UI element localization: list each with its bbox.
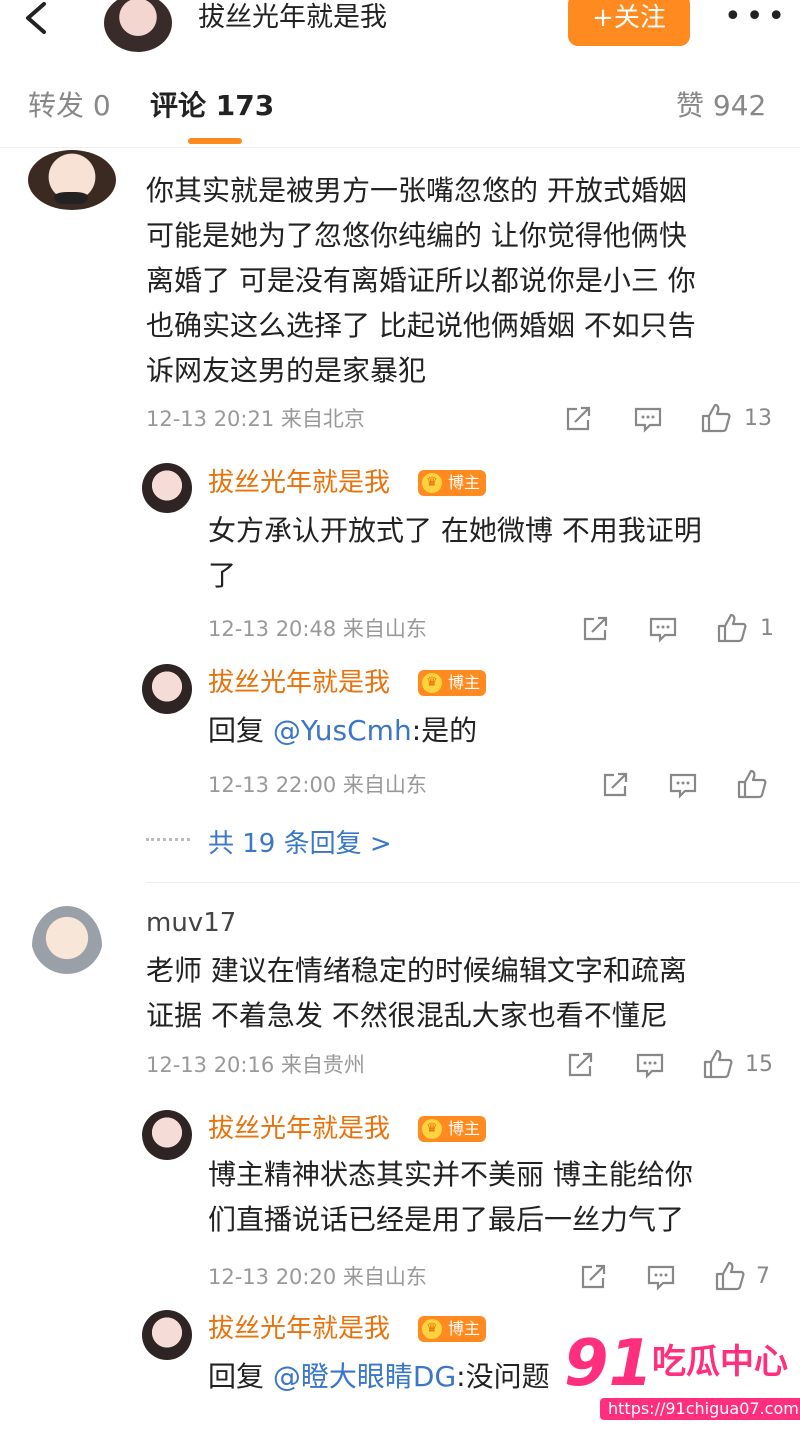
like-count: 7 [756,1264,770,1289]
comment-icon[interactable] [633,404,663,434]
like-icon[interactable] [714,1260,745,1291]
blogger-badge: ♛ 博主 [418,1116,487,1142]
avatar[interactable] [142,1110,192,1160]
avatar[interactable] [142,1310,192,1360]
comment-text: 老师 建议在情绪稳定的时候编辑文字和疏离 证据 不着急发 不然很混乱大家也看不懂… [146,954,687,1032]
avatar[interactable] [142,463,192,513]
blogger-badge: ♛ 博主 [418,470,487,496]
like-icon[interactable] [702,1048,733,1079]
like-icon[interactable] [736,768,767,799]
divider [146,882,800,883]
reply-author[interactable]: 拔丝光年就是我 [208,466,390,500]
back-icon[interactable] [18,0,58,40]
crown-icon: ♛ [422,1119,442,1139]
share-icon[interactable] [563,404,593,434]
like-icon[interactable] [716,612,747,643]
like-icon[interactable] [700,402,731,433]
tab-underline [188,138,242,144]
share-icon[interactable] [580,614,610,644]
crown-icon: ♛ [422,1319,442,1339]
like-count: 13 [744,406,772,431]
comment-icon[interactable] [648,614,678,644]
reply-meta: 12-13 20:48 来自山东 [208,617,427,641]
comment-meta: 12-13 20:16 来自贵州 [146,1053,365,1077]
share-icon[interactable] [578,1262,608,1292]
tab-bar: 转发 0 评论 173 赞 942 [0,66,800,148]
reply-text: 博主精神状态其实并不美丽 博主能给你 们直播说话已经是用了最后一丝力气了 [208,1158,693,1236]
comment-author[interactable]: muv17 [146,906,236,940]
more-replies-link[interactable]: 共 19 条回复 > [208,826,392,862]
reply-author[interactable]: 拔丝光年就是我 [208,1312,390,1346]
avatar[interactable] [32,906,102,986]
comment-icon[interactable] [646,1262,676,1292]
comment-text: 你其实就是被男方一张嘴忽悠的 开放式婚姻 可能是她为了忽悠你纯编的 让你觉得他俩… [146,174,696,387]
comment-icon[interactable] [635,1050,665,1080]
watermark-number: 91 [564,1327,654,1401]
avatar[interactable] [142,664,192,714]
header-avatar[interactable] [104,0,172,52]
watermark-text: 吃瓜中心 [652,1342,788,1382]
like-count: 15 [745,1052,773,1077]
reply-meta: 12-13 22:00 来自山东 [208,773,427,797]
share-icon[interactable] [565,1050,595,1080]
watermark-logo: 91 吃瓜中心 https://91chigua07.com [556,1327,800,1428]
like-count: 1 [760,616,774,641]
blogger-badge: ♛ 博主 [418,1316,487,1342]
reply-text: 女方承认开放式了 在她微博 不用我证明 了 [208,514,702,592]
watermark-url: https://91chigua07.com [600,1398,800,1420]
tab-repost[interactable]: 转发 0 [28,86,111,126]
page-title: 拔丝光年就是我 [198,2,387,33]
follow-button[interactable]: +关注 [568,0,690,46]
comment-icon[interactable] [668,770,698,800]
reply-text: 回复 @YusCmh:是的 [208,714,478,747]
reply-author[interactable]: 拔丝光年就是我 [208,666,390,700]
more-icon[interactable]: ••• [724,2,789,32]
blogger-badge: ♛ 博主 [418,670,487,696]
mention-link[interactable]: @瞪大眼睛DG [273,1360,456,1393]
crown-icon: ♛ [422,673,442,693]
share-icon[interactable] [600,770,630,800]
comment-meta: 12-13 20:21 来自北京 [146,407,365,431]
tab-like[interactable]: 赞 942 [676,86,766,126]
mention-link[interactable]: @YusCmh [273,714,412,747]
dots-separator [146,838,190,842]
reply-author[interactable]: 拔丝光年就是我 [208,1112,390,1146]
avatar[interactable] [28,150,116,210]
top-bar: 拔丝光年就是我 +关注 ••• [0,0,800,66]
crown-icon: ♛ [422,473,442,493]
tab-comment[interactable]: 评论 173 [150,86,274,126]
reply-meta: 12-13 20:20 来自山东 [208,1265,427,1289]
